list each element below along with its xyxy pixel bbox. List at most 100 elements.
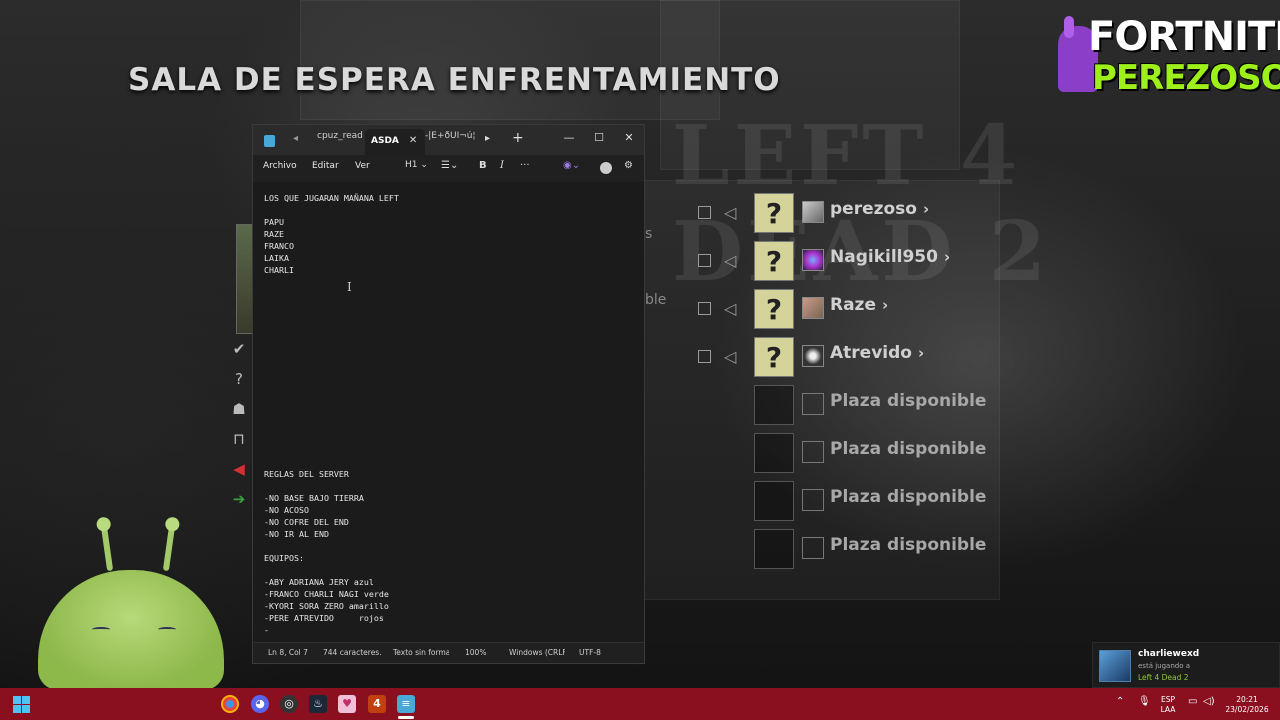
heading-select[interactable]: H1 ⌄ bbox=[405, 160, 428, 170]
brand-line1: FORTNITE bbox=[1088, 14, 1280, 60]
cursor-position[interactable]: Ln 8, Col 7 bbox=[268, 648, 308, 657]
player-name[interactable]: Raze › bbox=[830, 295, 888, 315]
chevron-right-icon: › bbox=[882, 296, 889, 314]
character-card: ? bbox=[754, 289, 794, 329]
slot-available-label: Plaza disponible bbox=[830, 535, 987, 555]
app-heart-icon[interactable]: ♥ bbox=[338, 695, 356, 713]
tab-asda[interactable]: ASDA ✕ bbox=[365, 129, 426, 155]
scroll-tabs-left-icon[interactable]: ◂ bbox=[293, 133, 298, 144]
check-icon[interactable]: ✔ bbox=[230, 340, 248, 358]
copilot-icon[interactable]: ◉⌄ bbox=[563, 160, 580, 171]
status-bar: Ln 8, Col 7 744 caracteres. Texto sin fo… bbox=[253, 642, 644, 663]
active-app-indicator bbox=[398, 716, 414, 719]
lobby-title: SALA DE ESPERA ENFRENTAMIENTO bbox=[128, 62, 781, 98]
zoom-level[interactable]: 100% bbox=[465, 648, 486, 657]
account-icon[interactable] bbox=[600, 162, 612, 174]
ready-checkbox[interactable] bbox=[698, 254, 711, 267]
eye bbox=[92, 627, 110, 632]
left4dead-icon[interactable]: 4 bbox=[368, 695, 386, 713]
chevron-right-icon: › bbox=[922, 200, 930, 218]
more-icon[interactable]: ··· bbox=[520, 160, 530, 171]
character-card: ? bbox=[754, 337, 794, 377]
steam-icon[interactable]: ♨ bbox=[309, 695, 327, 713]
chevron-right-icon: › bbox=[943, 248, 951, 266]
help-icon[interactable]: ? bbox=[230, 370, 248, 388]
new-tab-icon[interactable]: + bbox=[512, 130, 524, 146]
notepad-window[interactable]: ◂ cpuz_readme ASDA ✕ -|E+ðÜÍ¬ú¦.t ▸ + — ☐… bbox=[252, 124, 645, 664]
speaker-icon[interactable]: ◁ bbox=[724, 347, 736, 366]
empty-slot[interactable]: Plaza disponible bbox=[698, 481, 998, 521]
player-name[interactable]: Atrevido › bbox=[830, 343, 924, 363]
empty-avatar bbox=[802, 393, 824, 415]
tray-expand-icon[interactable]: ⌃ bbox=[1116, 696, 1124, 707]
date: 23/02/2026 bbox=[1225, 705, 1269, 714]
player-slot[interactable]: ◁ ? Atrevido › bbox=[698, 337, 998, 377]
empty-slot[interactable]: Plaza disponible bbox=[698, 433, 998, 473]
maximize-icon[interactable]: ☐ bbox=[584, 127, 614, 149]
forward-arrow-icon[interactable]: ➔ bbox=[230, 490, 248, 508]
ready-checkbox[interactable] bbox=[698, 206, 711, 219]
player-name[interactable]: Nagikill950 › bbox=[830, 247, 950, 267]
streamer-brand-logo: FORTNITE PEREZOSO1 bbox=[1058, 14, 1280, 98]
ready-checkbox[interactable] bbox=[698, 350, 711, 363]
format-indicator: Texto sin formato bbox=[393, 648, 449, 657]
language-indicator[interactable]: ESP LAA bbox=[1158, 695, 1178, 715]
alien-cat-avatar bbox=[38, 570, 224, 690]
bold-icon[interactable]: B bbox=[479, 160, 487, 171]
chrome-icon[interactable] bbox=[221, 695, 239, 713]
windows-start-icon[interactable] bbox=[13, 696, 30, 713]
character-card: ? bbox=[754, 193, 794, 233]
document-text[interactable]: LOS QUE JUGARAN MAÑANA LEFT PAPU RAZE FR… bbox=[264, 192, 634, 644]
close-window-icon[interactable]: ✕ bbox=[614, 127, 644, 149]
ready-checkbox[interactable] bbox=[698, 302, 711, 315]
volume-icon[interactable]: ◁) bbox=[1203, 696, 1215, 707]
empty-character-card bbox=[754, 529, 794, 569]
menu-fragment: ble bbox=[645, 292, 667, 308]
empty-character-card bbox=[754, 481, 794, 521]
menu-file[interactable]: Archivo bbox=[263, 161, 297, 171]
text-editor[interactable]: LOS QUE JUGARAN MAÑANA LEFT PAPU RAZE FR… bbox=[253, 182, 644, 644]
bg-balcony bbox=[300, 0, 720, 120]
clock[interactable]: 20:21 23/02/2026 bbox=[1222, 695, 1272, 715]
empty-character-card bbox=[754, 385, 794, 425]
speaker-icon[interactable]: ◁ bbox=[724, 203, 736, 222]
slot-available-label: Plaza disponible bbox=[830, 391, 987, 411]
empty-character-card bbox=[754, 433, 794, 473]
antenna bbox=[162, 524, 176, 572]
empty-avatar bbox=[802, 489, 824, 511]
close-tab-icon[interactable]: ✕ bbox=[409, 135, 417, 146]
back-arrow-icon[interactable]: ◀ bbox=[230, 460, 248, 478]
microphone-icon[interactable]: 🎙 bbox=[1138, 696, 1151, 707]
obs-icon[interactable]: ◎ bbox=[280, 695, 298, 713]
player-slot[interactable]: ◁ ? perezoso › bbox=[698, 193, 998, 233]
minimize-icon[interactable]: — bbox=[554, 127, 584, 149]
lock-icon[interactable]: ⊓ bbox=[230, 430, 248, 448]
empty-slot[interactable]: Plaza disponible bbox=[698, 529, 998, 569]
scroll-tabs-right-icon[interactable]: ▸ bbox=[485, 133, 490, 144]
lang-layout: LAA bbox=[1160, 705, 1176, 714]
title-bar[interactable]: ◂ cpuz_readme ASDA ✕ -|E+ðÜÍ¬ú¦.t ▸ + — ☐… bbox=[253, 125, 644, 155]
player-name[interactable]: perezoso › bbox=[830, 199, 929, 219]
discord-icon[interactable]: ◕ bbox=[251, 695, 269, 713]
brand-line2: PEREZOSO1 bbox=[1092, 58, 1280, 98]
steam-notification[interactable]: charliewexd está jugando a Left 4 Dead 2 bbox=[1092, 642, 1280, 688]
menu-edit[interactable]: Editar bbox=[312, 161, 339, 171]
tab-unnamed[interactable]: -|E+ðÜÍ¬ú¦.t bbox=[425, 131, 475, 141]
speaker-icon[interactable]: ◁ bbox=[724, 299, 736, 318]
chevron-right-icon: › bbox=[917, 344, 925, 362]
empty-slot[interactable]: Plaza disponible bbox=[698, 385, 998, 425]
avatar bbox=[802, 201, 824, 223]
network-icon[interactable]: ▭ bbox=[1188, 696, 1197, 707]
friend-avatar bbox=[1099, 650, 1131, 682]
notepad-taskbar-icon[interactable]: ≡ bbox=[397, 695, 415, 713]
menu-view[interactable]: Ver bbox=[355, 161, 370, 171]
player-slot[interactable]: ◁ ? Raze › bbox=[698, 289, 998, 329]
settings-gear-icon[interactable]: ⚙ bbox=[624, 160, 633, 171]
list-icon[interactable]: ☰⌄ bbox=[441, 160, 458, 171]
empty-avatar bbox=[802, 537, 824, 559]
italic-icon[interactable]: I bbox=[500, 160, 504, 171]
player-slot[interactable]: ◁ ? Nagikill950 › bbox=[698, 241, 998, 281]
players-icon[interactable]: ☗ bbox=[230, 400, 248, 418]
tab-cpuz-readme[interactable]: cpuz_readme bbox=[317, 131, 363, 141]
speaker-icon[interactable]: ◁ bbox=[724, 251, 736, 270]
